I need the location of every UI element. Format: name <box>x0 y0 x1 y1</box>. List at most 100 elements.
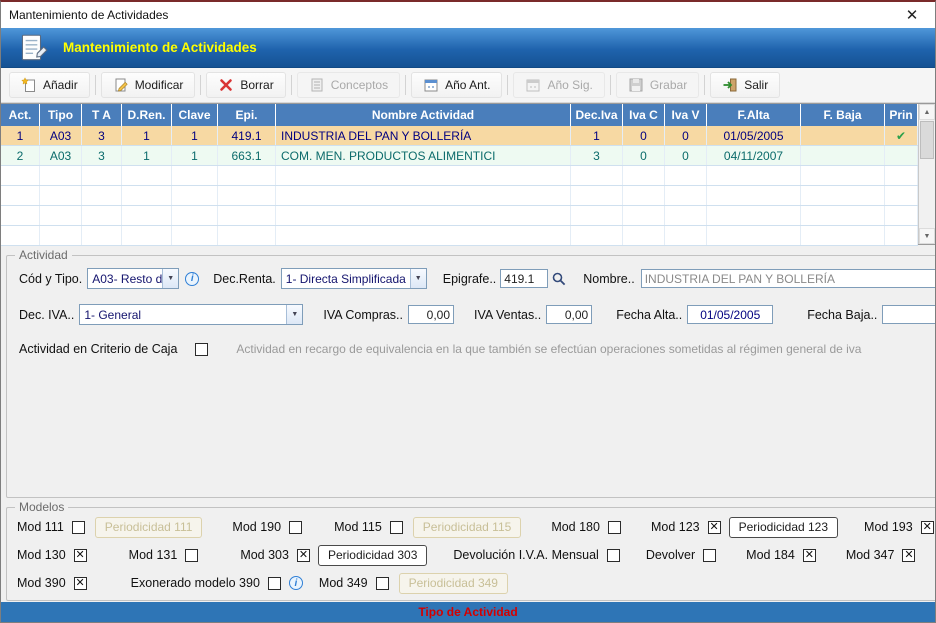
mod-123-label: Mod 123 <box>651 520 700 534</box>
floppy-icon <box>628 77 644 93</box>
concepts-button[interactable]: Conceptos <box>297 72 400 98</box>
window-title: Mantenimiento de Actividades <box>9 8 168 22</box>
scrollbar-track[interactable] <box>919 160 935 228</box>
mod-111-checkbox[interactable] <box>72 521 85 534</box>
mod-130-checkbox[interactable]: ✕ <box>74 549 87 562</box>
calendar-prev-icon <box>423 77 439 93</box>
cell-deciva: 1 <box>571 126 623 145</box>
exonerado-390-checkbox[interactable] <box>268 577 281 590</box>
calendar-next-icon <box>525 77 541 93</box>
mod-131-label: Mod 131 <box>129 548 178 562</box>
cell-dren: 1 <box>122 146 172 165</box>
cell-nombre: COM. MEN. PRODUCTOS ALIMENTICI <box>276 146 571 165</box>
mod-349-label: Mod 349 <box>319 576 368 590</box>
column-header-fbaja: F. Baja <box>801 104 885 126</box>
search-icon[interactable] <box>551 271 567 287</box>
periodicidad-123-button[interactable]: Periodicidad 123 <box>729 517 838 538</box>
mod-303-checkbox[interactable]: ✕ <box>297 549 310 562</box>
add-icon <box>21 77 37 93</box>
exonerado-info-icon[interactable]: i <box>289 576 303 590</box>
mantenimiento-actividades-window: Mantenimiento de Actividades ✕ Mantenimi… <box>0 0 936 623</box>
dec-iva-select[interactable]: 1- General ▼ <box>79 304 303 325</box>
mod-349: Mod 349 <box>319 576 389 590</box>
nombre-input[interactable] <box>641 269 936 288</box>
column-header-epi: Epi. <box>218 104 276 126</box>
banner-title: Mantenimiento de Actividades <box>63 40 257 55</box>
cell-ta: 3 <box>82 126 122 145</box>
scroll-down-icon[interactable]: ▼ <box>919 228 935 244</box>
fecha-baja-input[interactable] <box>882 305 936 324</box>
delete-button[interactable]: Borrar <box>206 72 285 98</box>
column-header-prin: Prin <box>885 104 918 126</box>
modify-button[interactable]: Modificar <box>101 72 196 98</box>
column-header-ivav: Iva V <box>665 104 707 126</box>
epigrafe-input[interactable] <box>500 269 548 288</box>
scroll-up-icon[interactable]: ▲ <box>919 104 935 120</box>
scrollbar-thumb[interactable] <box>920 121 934 159</box>
title-bar: Mantenimiento de Actividades ✕ <box>1 2 935 28</box>
toolbar-separator <box>200 75 201 95</box>
mod-111: Mod 111 <box>17 520 85 534</box>
status-text: Tipo de Actividad <box>418 605 517 619</box>
mod-180-checkbox[interactable] <box>608 521 621 534</box>
cell-ta: 3 <box>82 146 122 165</box>
exit-button[interactable]: Salir <box>710 72 780 98</box>
chevron-down-icon: ▼ <box>410 269 426 288</box>
cod-tipo-label: Cód y Tipo. <box>19 272 82 286</box>
status-bar: Tipo de Actividad <box>1 602 935 622</box>
delete-button-label: Borrar <box>240 78 273 92</box>
previous-year-button[interactable]: Año Ant. <box>411 72 502 98</box>
add-button[interactable]: Añadir <box>9 72 90 98</box>
table-row-selected[interactable]: 1 A03 3 1 1 419.1 INDUSTRIA DEL PAN Y BO… <box>1 126 918 146</box>
dec-iva-label: Dec. IVA.. <box>19 308 74 322</box>
mod-184: Mod 184 ✕ <box>746 548 816 562</box>
iva-ventas-input[interactable] <box>546 305 592 324</box>
table-empty-row <box>1 186 918 206</box>
cod-tipo-select[interactable]: A03- Resto de ▼ <box>87 268 179 289</box>
mod-123-checkbox[interactable]: ✕ <box>708 521 721 534</box>
mod-131-checkbox[interactable] <box>185 549 198 562</box>
iva-compras-input[interactable] <box>408 305 454 324</box>
cell-epi: 419.1 <box>218 126 276 145</box>
criterio-caja-checkbox[interactable] <box>195 343 208 356</box>
fecha-alta-input[interactable] <box>687 305 773 324</box>
epigrafe-label: Epigrafe.. <box>443 272 497 286</box>
save-button[interactable]: Grabar <box>616 72 699 98</box>
table-header-row: Act. Tipo T A D.Ren. Clave Epi. Nombre A… <box>1 104 918 126</box>
cell-act: 1 <box>1 126 40 145</box>
mod-184-checkbox[interactable]: ✕ <box>803 549 816 562</box>
toolbar-separator <box>95 75 96 95</box>
prin-check-icon: ✔ <box>885 126 918 145</box>
table-row[interactable]: 2 A03 3 1 1 663.1 COM. MEN. PRODUCTOS AL… <box>1 146 918 166</box>
next-year-button[interactable]: Año Sig. <box>513 72 604 98</box>
vertical-scrollbar[interactable]: ▲ ▼ <box>918 104 935 244</box>
mod-347-checkbox[interactable]: ✕ <box>902 549 915 562</box>
mod-115-checkbox[interactable] <box>390 521 403 534</box>
mod-349-checkbox[interactable] <box>376 577 389 590</box>
dec-renta-select[interactable]: 1- Directa Simplificada ▼ <box>281 268 427 289</box>
devolver-checkbox[interactable] <box>703 549 716 562</box>
mod-193-checkbox[interactable]: ✕ <box>921 521 934 534</box>
mod-111-label: Mod 111 <box>17 520 64 534</box>
save-button-label: Grabar <box>650 78 687 92</box>
actividad-legend: Actividad <box>15 248 72 262</box>
devolucion-iva-checkbox[interactable] <box>607 549 620 562</box>
table-empty-row <box>1 206 918 226</box>
column-header-tipo: Tipo <box>40 104 82 126</box>
notepad-icon <box>15 31 49 65</box>
mod-390-checkbox[interactable]: ✕ <box>74 577 87 590</box>
close-icon[interactable]: ✕ <box>897 6 927 24</box>
mod-390-label: Mod 390 <box>17 576 66 590</box>
periodicidad-349-button[interactable]: Periodicidad 349 <box>399 573 508 594</box>
cod-tipo-info-icon[interactable]: i <box>185 272 199 286</box>
modelos-group: Modelos Mod 111 Periodicidad 111 Mod 190… <box>6 500 936 601</box>
periodicidad-115-button[interactable]: Periodicidad 115 <box>413 517 522 538</box>
periodicidad-111-button[interactable]: Periodicidad 111 <box>95 517 203 538</box>
edit-icon <box>113 77 129 93</box>
column-header-clave: Clave <box>172 104 218 126</box>
mod-190-checkbox[interactable] <box>289 521 302 534</box>
cell-falta: 01/05/2005 <box>707 126 801 145</box>
cell-tipo: A03 <box>40 126 82 145</box>
nombre-label: Nombre.. <box>583 272 634 286</box>
periodicidad-303-button[interactable]: Periodicidad 303 <box>318 545 427 566</box>
